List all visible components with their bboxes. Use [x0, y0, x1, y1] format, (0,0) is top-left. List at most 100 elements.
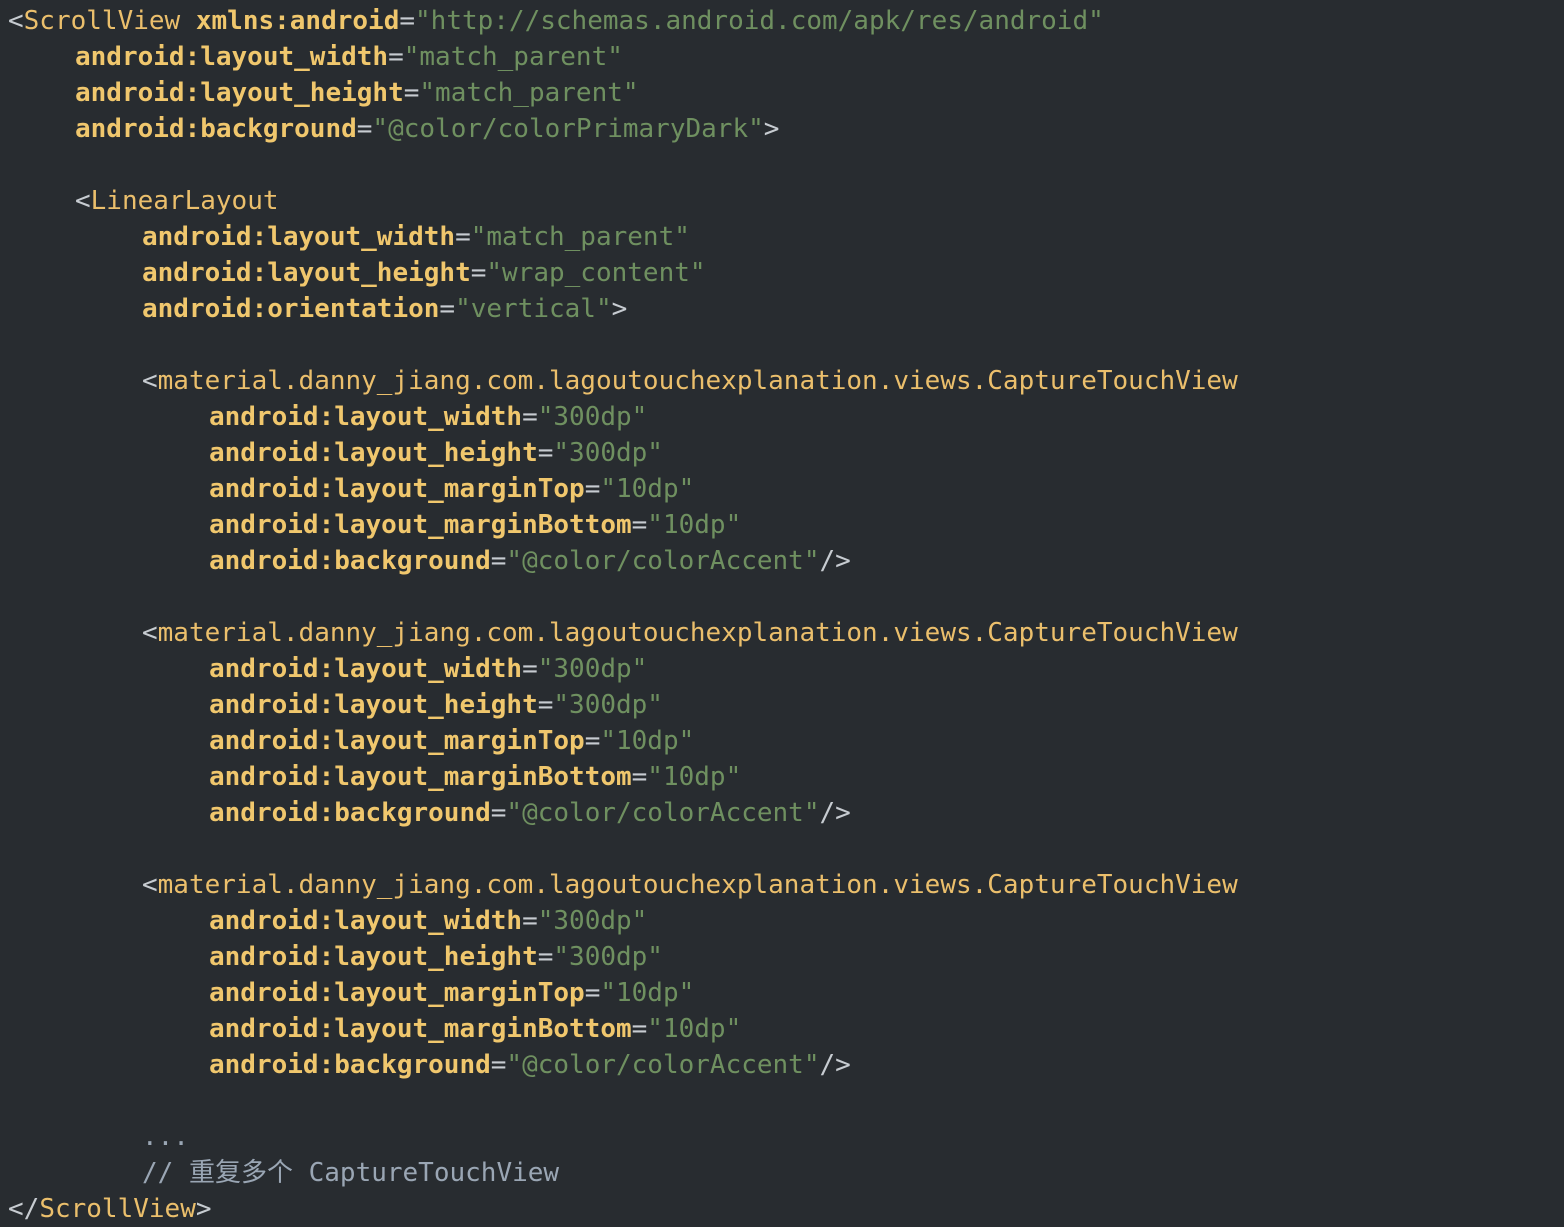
code-token-str: "300dp": [553, 690, 663, 720]
code-line: android:background="@color/colorAccent"/…: [8, 1047, 851, 1083]
code-line: android:layout_width="300dp": [8, 651, 647, 687]
code-token-punc: =: [632, 510, 648, 540]
code-token-attr: android:layout_marginBottom: [209, 762, 632, 792]
code-token-str: "10dp": [647, 510, 741, 540]
code-token-punc: =: [538, 942, 554, 972]
code-token-attr: android:layout_height: [209, 942, 538, 972]
code-token-attr: android:layout_height: [209, 438, 538, 468]
code-token-tag: ScrollView: [39, 1194, 196, 1224]
code-token-punc: =: [522, 906, 538, 936]
code-token-punc: [180, 6, 196, 36]
code-token-tag: material.danny_jiang.com.lagoutouchexpla…: [158, 618, 1238, 648]
code-token-attr: android:layout_marginBottom: [209, 510, 632, 540]
code-token-attr: android:layout_width: [142, 222, 455, 252]
code-token-str: "300dp": [538, 402, 648, 432]
code-token-punc: =: [632, 762, 648, 792]
code-token-str: "wrap_content": [486, 258, 705, 288]
code-line: ...: [8, 1119, 189, 1155]
code-line: android:layout_marginTop="10dp": [8, 723, 694, 759]
code-line: android:layout_height="match_parent": [8, 75, 639, 111]
code-token-attr: android:layout_marginTop: [209, 474, 585, 504]
code-token-str: "match_parent": [404, 42, 623, 72]
code-token-str: "300dp": [538, 906, 648, 936]
code-token-attr: android:background: [209, 546, 491, 576]
code-line: android:background="@color/colorPrimaryD…: [8, 111, 779, 147]
code-line: android:layout_marginBottom="10dp": [8, 759, 741, 795]
code-editor: <ScrollView xmlns:android="http://schema…: [0, 0, 1564, 1226]
code-token-punc: =: [455, 222, 471, 252]
code-line: <ScrollView xmlns:android="http://schema…: [8, 3, 1104, 39]
code-token-punc: />: [820, 546, 851, 576]
code-token-punc: =: [585, 474, 601, 504]
code-token-attr: android:layout_width: [209, 654, 522, 684]
code-token-str: "@color/colorAccent": [506, 798, 819, 828]
code-line: android:layout_marginTop="10dp": [8, 975, 694, 1011]
code-token-str: "10dp": [600, 726, 694, 756]
code-token-attr: android:layout_width: [75, 42, 388, 72]
code-token-tag: LinearLayout: [91, 186, 279, 216]
code-token-punc: <: [142, 366, 158, 396]
code-token-attr: android:layout_marginTop: [209, 726, 585, 756]
code-line: android:background="@color/colorAccent"/…: [8, 543, 851, 579]
code-token-str: "http://schemas.android.com/apk/res/andr…: [415, 6, 1104, 36]
code-line: <LinearLayout: [8, 183, 279, 219]
code-line: android:layout_width="300dp": [8, 399, 647, 435]
code-token-attr: android:background: [209, 798, 491, 828]
code-line: </ScrollView>: [8, 1191, 212, 1227]
code-token-punc: <: [142, 870, 158, 900]
code-token-attr: android:layout_height: [209, 690, 538, 720]
code-line: android:background="@color/colorAccent"/…: [8, 795, 851, 831]
code-token-str: "@color/colorAccent": [506, 546, 819, 576]
code-token-str: "300dp": [538, 654, 648, 684]
code-token-attr: android:layout_marginBottom: [209, 1014, 632, 1044]
code-token-str: "vertical": [455, 294, 612, 324]
code-token-str: "300dp": [553, 942, 663, 972]
code-token-attr: android:orientation: [142, 294, 439, 324]
code-token-punc: =: [404, 78, 420, 108]
code-line: android:layout_width="match_parent": [8, 39, 623, 75]
code-token-str: "10dp": [600, 978, 694, 1008]
code-token-punc: >: [196, 1194, 212, 1224]
code-token-punc: =: [357, 114, 373, 144]
code-token-punc: =: [522, 654, 538, 684]
code-token-tag: material.danny_jiang.com.lagoutouchexpla…: [158, 366, 1238, 396]
code-token-punc: =: [388, 42, 404, 72]
code-line: android:layout_width="300dp": [8, 903, 647, 939]
code-token-punc: <: [8, 6, 24, 36]
code-token-str: "300dp": [553, 438, 663, 468]
code-token-punc: =: [439, 294, 455, 324]
code-token-cmt: ...: [142, 1122, 189, 1152]
code-token-str: "match_parent": [471, 222, 690, 252]
code-token-punc: =: [585, 978, 601, 1008]
code-line: android:layout_marginBottom="10dp": [8, 1011, 741, 1047]
code-line: android:layout_height="300dp": [8, 435, 663, 471]
code-token-attr: android:layout_width: [209, 402, 522, 432]
code-token-punc: =: [632, 1014, 648, 1044]
code-line: android:layout_height="300dp": [8, 939, 663, 975]
code-token-punc: =: [491, 798, 507, 828]
code-token-punc: <: [75, 186, 91, 216]
code-token-attr: android:layout_width: [209, 906, 522, 936]
code-token-attr: xmlns:android: [196, 6, 400, 36]
code-line: android:layout_width="match_parent": [8, 219, 690, 255]
code-token-str: "@color/colorPrimaryDark": [372, 114, 763, 144]
code-token-punc: />: [820, 1050, 851, 1080]
code-token-punc: />: [820, 798, 851, 828]
code-token-punc: =: [538, 438, 554, 468]
code-token-punc: =: [399, 6, 415, 36]
code-line: android:layout_marginBottom="10dp": [8, 507, 741, 543]
code-token-attr: android:background: [209, 1050, 491, 1080]
code-line: // 重复多个 CaptureTouchView: [8, 1155, 559, 1191]
code-token-tag: ScrollView: [24, 6, 181, 36]
code-token-tag: material.danny_jiang.com.lagoutouchexpla…: [158, 870, 1238, 900]
code-token-punc: </: [8, 1194, 39, 1224]
code-token-punc: =: [538, 690, 554, 720]
code-line: android:layout_height="300dp": [8, 687, 663, 723]
code-line: <material.danny_jiang.com.lagoutouchexpl…: [8, 363, 1238, 399]
code-token-str: "10dp": [600, 474, 694, 504]
code-token-punc: =: [471, 258, 487, 288]
code-token-cmt: // 重复多个 CaptureTouchView: [142, 1158, 559, 1188]
code-line: android:layout_marginTop="10dp": [8, 471, 694, 507]
code-token-punc: >: [764, 114, 780, 144]
code-line: <material.danny_jiang.com.lagoutouchexpl…: [8, 867, 1238, 903]
